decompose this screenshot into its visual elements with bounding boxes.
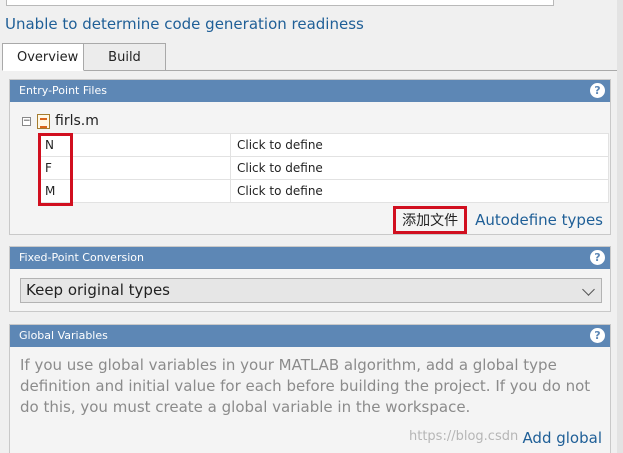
help-icon[interactable]: ? bbox=[590, 328, 605, 343]
tab-divider bbox=[2, 70, 617, 71]
global-variables-description: If you use global variables in your MATL… bbox=[20, 356, 591, 416]
arg-type-cell[interactable]: Click to define bbox=[230, 156, 609, 180]
coder-overview-window: Unable to determine code generation read… bbox=[0, 0, 623, 453]
fixed-point-header: Fixed-Point Conversion ? bbox=[10, 247, 610, 269]
panel-title: Entry-Point Files bbox=[19, 84, 107, 97]
entry-file-name[interactable]: firls.m bbox=[55, 113, 99, 129]
vertical-scrollbar[interactable] bbox=[617, 0, 623, 453]
tab-bar: Overview Build bbox=[2, 43, 166, 71]
help-icon[interactable]: ? bbox=[590, 250, 605, 265]
watermark: https://blog.csdn bbox=[409, 429, 519, 444]
arg-type-cell[interactable]: Click to define bbox=[230, 133, 609, 157]
add-file-button[interactable]: 添加文件 bbox=[393, 206, 468, 234]
input-args-table: N Click to define F Click to define M Cl… bbox=[38, 133, 609, 203]
tab-build[interactable]: Build bbox=[84, 43, 166, 71]
arg-type-cell[interactable]: Click to define bbox=[230, 179, 609, 203]
chevron-down-icon bbox=[582, 283, 595, 296]
tab-overview[interactable]: Overview bbox=[2, 43, 84, 71]
table-row[interactable]: N Click to define bbox=[38, 133, 609, 157]
panel-title: Global Variables bbox=[19, 329, 108, 342]
global-variables-header: Global Variables ? bbox=[10, 325, 610, 347]
entry-point-files-header: Entry-Point Files ? bbox=[10, 80, 610, 102]
matlab-file-icon bbox=[37, 113, 50, 129]
highlight-box-args bbox=[38, 133, 73, 206]
selected-value: Keep original types bbox=[26, 281, 170, 299]
collapse-icon[interactable]: − bbox=[22, 116, 31, 126]
project-name-field[interactable] bbox=[6, 0, 554, 6]
table-row[interactable]: F Click to define bbox=[38, 156, 609, 180]
table-row[interactable]: M Click to define bbox=[38, 179, 609, 203]
file-tree-row[interactable]: − firls.m bbox=[22, 112, 99, 130]
entry-actions: 添加文件 Autodefine types bbox=[393, 206, 603, 234]
entry-point-files-panel: Entry-Point Files ? − firls.m N Click to… bbox=[9, 79, 611, 235]
add-global-link[interactable]: Add global bbox=[522, 429, 602, 447]
help-icon[interactable]: ? bbox=[590, 83, 605, 98]
autodefine-types-link[interactable]: Autodefine types bbox=[475, 211, 603, 229]
fixed-point-panel: Fixed-Point Conversion ? Keep original t… bbox=[9, 246, 611, 312]
panel-title: Fixed-Point Conversion bbox=[19, 251, 144, 264]
fixed-point-mode-select[interactable]: Keep original types bbox=[20, 278, 602, 303]
global-variables-panel: Global Variables ? If you use global var… bbox=[9, 324, 611, 453]
readiness-status-link[interactable]: Unable to determine code generation read… bbox=[5, 15, 364, 33]
